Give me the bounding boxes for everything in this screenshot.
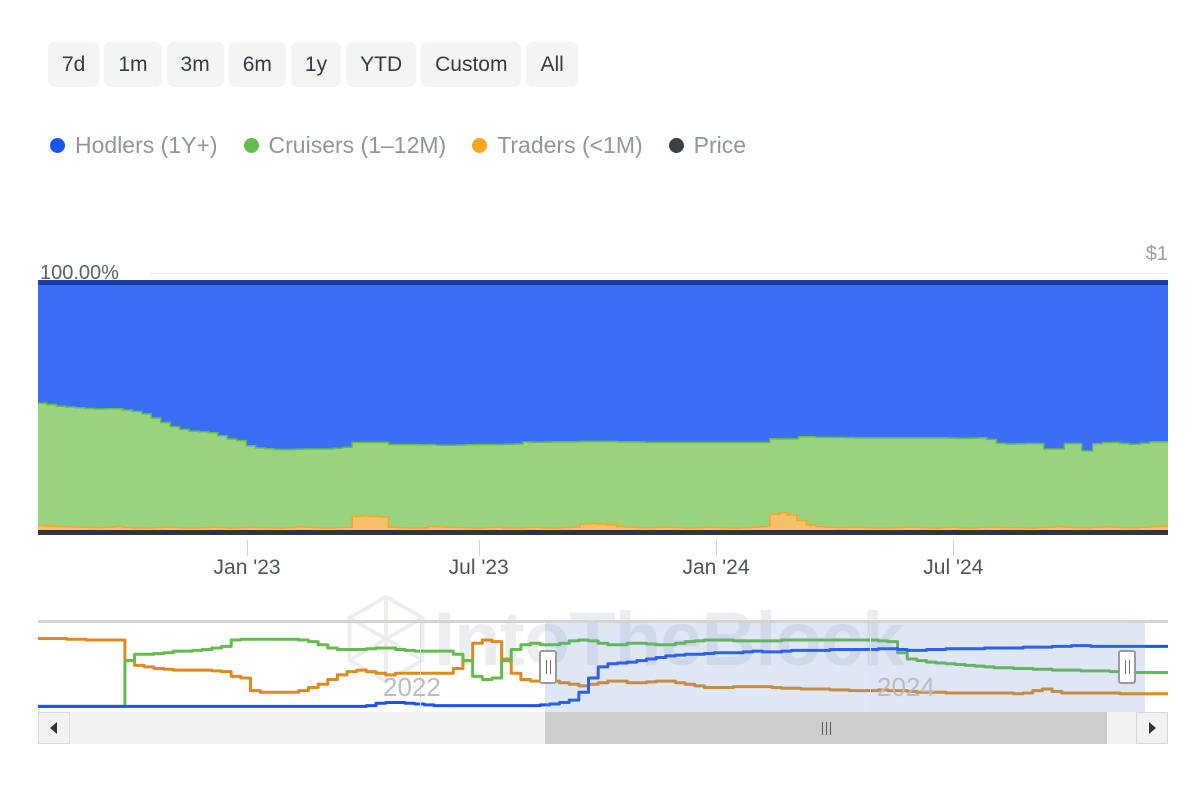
chart-scrollbar[interactable] bbox=[38, 712, 1168, 744]
x-axis-label-1: Jul '23 bbox=[449, 556, 509, 580]
x-axis-label-3: Jul '24 bbox=[923, 556, 983, 580]
x-axis-label-0: Jan '23 bbox=[214, 556, 281, 580]
range-button-1m[interactable]: 1m bbox=[104, 42, 161, 87]
legend-dot-icon bbox=[50, 138, 65, 153]
legend-label: Hodlers (1Y+) bbox=[75, 132, 218, 159]
legend-label: Cruisers (1–12M) bbox=[269, 132, 447, 159]
range-button-all[interactable]: All bbox=[526, 42, 577, 87]
navigator-svg bbox=[38, 623, 1168, 712]
legend-item-1[interactable]: Cruisers (1–12M) bbox=[244, 132, 447, 159]
scroll-left-arrow-icon[interactable] bbox=[38, 712, 70, 744]
navigator-year-tick-2024 bbox=[870, 623, 871, 709]
range-button-3m[interactable]: 3m bbox=[167, 42, 224, 87]
range-button-7d[interactable]: 7d bbox=[48, 42, 99, 87]
navigator-plot bbox=[38, 623, 1168, 712]
stacked-area-plot[interactable] bbox=[38, 280, 1168, 535]
legend-dot-icon bbox=[472, 138, 487, 153]
range-button-6m[interactable]: 6m bbox=[229, 42, 286, 87]
chart-navigator[interactable] bbox=[38, 620, 1168, 712]
main-chart: 100.00% 50.00% 0.00% $1 $0 IntoTheBlock bbox=[38, 248, 1168, 548]
navigator-left-handle[interactable] bbox=[539, 650, 557, 684]
legend-item-2[interactable]: Traders (<1M) bbox=[472, 132, 642, 159]
gridline-top bbox=[150, 273, 1168, 274]
plot-baseline bbox=[38, 530, 1168, 535]
legend-dot-icon bbox=[669, 138, 684, 153]
range-button-custom[interactable]: Custom bbox=[421, 42, 521, 87]
x-axis-tick-0 bbox=[247, 540, 248, 556]
scroll-right-arrow-icon[interactable] bbox=[1136, 712, 1168, 744]
x-axis-label-2: Jan '24 bbox=[682, 556, 749, 580]
range-selector: 7d1m3m6m1yYTDCustomAll bbox=[48, 42, 578, 87]
x-axis-tick-3 bbox=[953, 540, 954, 556]
scrollbar-thumb[interactable] bbox=[545, 712, 1107, 744]
navigator-line-hodlers-1y bbox=[38, 646, 1168, 707]
range-button-ytd[interactable]: YTD bbox=[346, 42, 416, 87]
legend-dot-icon bbox=[244, 138, 259, 153]
chart-page: 7d1m3m6m1yYTDCustomAll Hodlers (1Y+) Crui… bbox=[0, 0, 1200, 800]
range-button-1y[interactable]: 1y bbox=[291, 42, 341, 87]
scrollbar-track[interactable] bbox=[70, 712, 1136, 744]
navigator-year-tick-2022 bbox=[420, 623, 421, 709]
legend-label: Price bbox=[694, 132, 746, 159]
x-axis: Jan '23 Jul '23 Jan '24 Jul '24 bbox=[38, 540, 1168, 588]
chart-legend: Hodlers (1Y+) Cruisers (1–12M) Traders (<1… bbox=[50, 132, 772, 159]
legend-item-3[interactable]: Price bbox=[669, 132, 746, 159]
area-band-hodlers-1y bbox=[38, 280, 1168, 450]
x-axis-tick-2 bbox=[716, 540, 717, 556]
x-axis-tick-1 bbox=[479, 540, 480, 556]
legend-label: Traders (<1M) bbox=[497, 132, 642, 159]
navigator-right-handle[interactable] bbox=[1118, 650, 1136, 684]
plot-svg bbox=[38, 280, 1168, 535]
price-axis-label-high: $1 bbox=[1146, 243, 1168, 266]
legend-item-0[interactable]: Hodlers (1Y+) bbox=[50, 132, 218, 159]
